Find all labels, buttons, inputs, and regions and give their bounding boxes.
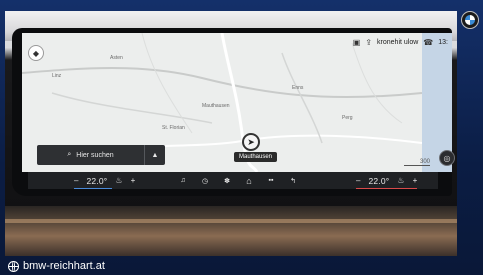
search-icon: ⌕ [67, 151, 72, 158]
bmw-logo-icon [461, 11, 479, 29]
seat-heat-icon[interactable]: ♨ [397, 176, 404, 185]
temp-indicator-red [356, 188, 418, 189]
temp-down-button-right[interactable]: – [356, 176, 360, 185]
phone-icon[interactable]: ◷ [200, 177, 210, 185]
bmw-roundel [465, 15, 475, 25]
main-menu: ♫ ◷ ✽ ⌂ ▪▪ ↰ [178, 172, 298, 189]
temp-down-button-left[interactable]: – [74, 176, 78, 185]
temp-up-button-right[interactable]: + [413, 176, 418, 185]
map-label: Asten [110, 55, 123, 61]
map-label: Perg [342, 115, 353, 121]
climate-right: – 22.0° ♨ + [356, 172, 418, 189]
music-icon[interactable]: ♫ [178, 177, 188, 184]
home-icon[interactable]: ⌂ [244, 176, 254, 186]
footer-url[interactable]: bmw-reichhart.at [23, 260, 105, 272]
phone-icon: ☎ [423, 37, 434, 47]
apps-icon[interactable]: ▪▪ [266, 177, 276, 184]
chevron-up-icon[interactable]: ▲ [145, 145, 165, 165]
route-icon[interactable]: ↰ [288, 177, 298, 185]
dashboard-trim [5, 219, 457, 223]
temperature-right[interactable]: 22.0° [368, 176, 389, 186]
map-label: Mauthausen [202, 103, 230, 109]
clock: 13: [438, 38, 448, 46]
search-panel[interactable]: ⌕ Hier suchen ▲ [37, 145, 165, 165]
current-position-icon[interactable]: ➤ [242, 133, 260, 151]
radio-station: kronehit ulow [377, 38, 419, 46]
fan-icon[interactable]: ✽ [222, 177, 232, 185]
map-label: Linz [52, 73, 62, 79]
search-field[interactable]: ⌕ Hier suchen [37, 145, 145, 165]
climate-left: – 22.0° ♨ + [74, 172, 135, 189]
dashboard-bottom [5, 206, 457, 256]
map-scale: 300 [404, 159, 430, 166]
city-label: Mauthausen [234, 152, 278, 162]
control-bar: – 22.0° ♨ + ♫ ◷ ✽ ⌂ ▪▪ ↰ – 22.0° ♨ + [28, 172, 438, 189]
seat-heat-icon[interactable]: ♨ [115, 176, 122, 185]
map-label: St. Florian [162, 125, 185, 131]
map-label: Enns [292, 85, 304, 91]
temperature-left[interactable]: 22.0° [86, 176, 107, 186]
compass-icon[interactable]: ◆ [28, 45, 44, 61]
footer: bmw-reichhart.at [8, 258, 105, 274]
share-icon: ⇪ [365, 37, 373, 47]
search-label: Hier suchen [76, 151, 114, 159]
globe-icon [8, 260, 19, 272]
media-icon: ▣ [352, 37, 361, 47]
temp-indicator-blue [74, 188, 112, 189]
temp-up-button-left[interactable]: + [131, 176, 136, 185]
status-bar: ▣ ⇪ kronehit ulow ☎ 13: [353, 35, 452, 49]
view-toggle-icon[interactable]: ◎ [439, 150, 455, 166]
